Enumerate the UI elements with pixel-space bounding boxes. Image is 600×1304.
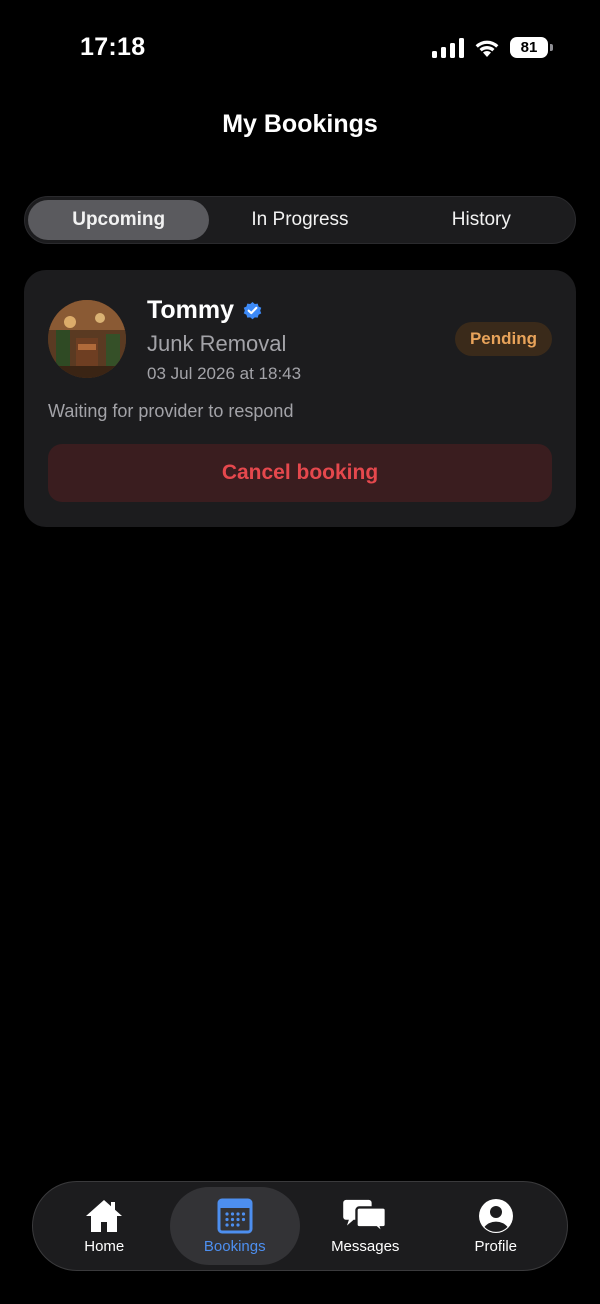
tab-home-label: Home	[84, 1237, 125, 1255]
tab-messages[interactable]: Messages	[300, 1187, 431, 1265]
tab-profile[interactable]: Profile	[431, 1187, 562, 1265]
status-bar: 17:18 81	[0, 0, 600, 96]
tab-history[interactable]: History	[391, 200, 572, 240]
cellular-signal-icon	[432, 37, 464, 58]
page-title: My Bookings	[222, 110, 378, 138]
status-icons: 81	[432, 37, 553, 58]
calendar-icon	[217, 1198, 253, 1233]
wifi-icon	[475, 40, 499, 57]
status-badge: Pending	[454, 322, 552, 356]
verified-badge-icon	[243, 302, 262, 320]
chat-bubbles-icon	[343, 1199, 388, 1234]
battery-level: 81	[520, 39, 538, 56]
tab-bookings-label: Bookings	[203, 1237, 266, 1255]
cancel-booking-button[interactable]: Cancel booking	[48, 444, 552, 502]
booking-segmented-control: Upcoming In Progress History	[24, 196, 576, 244]
bottom-tab-bar: Home Bookings Messages Profile	[32, 1181, 568, 1271]
tab-bookings[interactable]: Bookings	[169, 1187, 300, 1265]
booking-status-message: Waiting for provider to respond	[48, 401, 294, 421]
status-time: 17:18	[80, 33, 146, 61]
battery-icon: 81	[510, 37, 553, 58]
tab-upcoming[interactable]: Upcoming	[28, 200, 210, 240]
booking-card[interactable]: Tommy Junk Removal 03 Jul 2026 at 18:43 …	[24, 270, 576, 527]
tab-profile-label: Profile	[474, 1237, 518, 1255]
booking-datetime: 03 Jul 2026 at 18:43	[147, 364, 302, 383]
service-name: Junk Removal	[147, 331, 287, 356]
provider-avatar	[48, 300, 126, 378]
tab-messages-label: Messages	[331, 1237, 400, 1255]
avatar-photo-icon	[48, 300, 126, 378]
tab-home[interactable]: Home	[39, 1187, 170, 1265]
person-circle-icon	[478, 1198, 513, 1233]
provider-name: Tommy	[147, 296, 235, 324]
provider-row: Tommy	[147, 296, 263, 325]
home-icon	[86, 1199, 123, 1232]
tab-in-progress[interactable]: In Progress	[209, 200, 390, 240]
